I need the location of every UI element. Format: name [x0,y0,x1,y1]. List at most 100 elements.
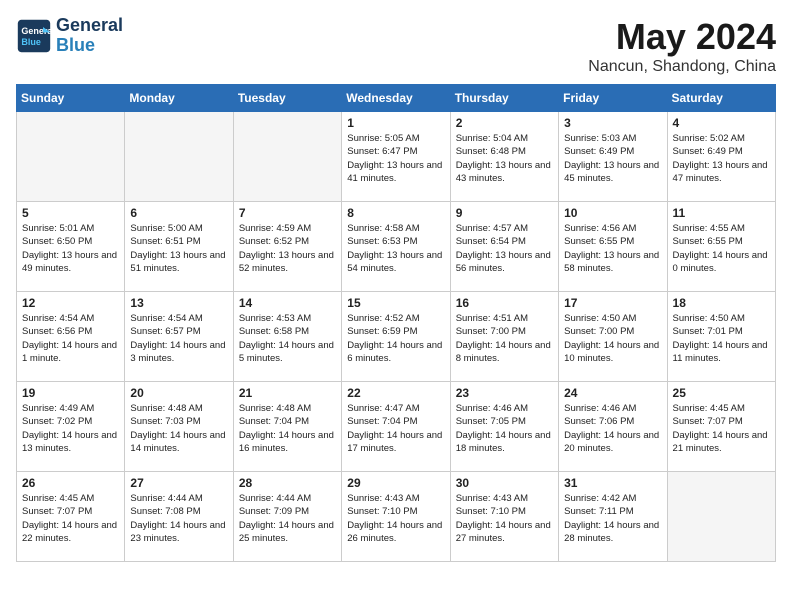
day-info: Sunrise: 4:49 AMSunset: 7:02 PMDaylight:… [22,402,119,455]
day-number: 8 [347,206,444,220]
calendar-day-cell: 24 Sunrise: 4:46 AMSunset: 7:06 PMDayligh… [559,382,667,472]
page-header: General Blue General Blue May 2024 Nancu… [16,16,776,76]
calendar-day-cell: 25 Sunrise: 4:45 AMSunset: 7:07 PMDayligh… [667,382,775,472]
day-info: Sunrise: 4:44 AMSunset: 7:08 PMDaylight:… [130,492,227,545]
calendar-day-cell: 2 Sunrise: 5:04 AMSunset: 6:48 PMDaylight… [450,112,558,202]
day-info: Sunrise: 4:45 AMSunset: 7:07 PMDaylight:… [22,492,119,545]
day-info: Sunrise: 5:05 AMSunset: 6:47 PMDaylight:… [347,132,444,185]
calendar-day-cell: 29Sunrise: 4:43 AMSunset: 7:10 PMDayligh… [342,472,450,562]
day-number: 6 [130,206,227,220]
calendar-day-cell: 19 Sunrise: 4:49 AMSunset: 7:02 PMDayligh… [17,382,125,472]
calendar-week-row: 26 Sunrise: 4:45 AMSunset: 7:07 PMDayligh… [17,472,776,562]
calendar-week-row: 12 Sunrise: 4:54 AMSunset: 6:56 PMDayligh… [17,292,776,382]
weekday-header-thursday: Thursday [450,85,558,112]
day-info: Sunrise: 5:03 AMSunset: 6:49 PMDaylight:… [564,132,661,185]
day-info: Sunrise: 4:54 AMSunset: 6:56 PMDaylight:… [22,312,119,365]
day-number: 26 [22,476,119,490]
calendar-day-cell [125,112,233,202]
day-number: 31 [564,476,661,490]
calendar-day-cell: 9Sunrise: 4:57 AMSunset: 6:54 PMDaylight… [450,202,558,292]
calendar-day-cell: 8 Sunrise: 4:58 AMSunset: 6:53 PMDaylight… [342,202,450,292]
day-number: 24 [564,386,661,400]
day-info: Sunrise: 4:46 AMSunset: 7:05 PMDaylight:… [456,402,553,455]
day-number: 11 [673,206,770,220]
day-number: 5 [22,206,119,220]
calendar-day-cell: 13 Sunrise: 4:54 AMSunset: 6:57 PMDayligh… [125,292,233,382]
day-info: Sunrise: 4:50 AMSunset: 7:01 PMDaylight:… [673,312,770,365]
day-info: Sunrise: 4:54 AMSunset: 6:57 PMDaylight:… [130,312,227,365]
logo-general: General [56,16,123,36]
logo-blue: Blue [56,36,123,56]
weekday-header-row: SundayMondayTuesdayWednesdayThursdayFrid… [17,85,776,112]
day-number: 2 [456,116,553,130]
day-number: 21 [239,386,336,400]
day-info: Sunrise: 4:50 AMSunset: 7:00 PMDaylight:… [564,312,661,365]
day-number: 25 [673,386,770,400]
calendar-day-cell: 5 Sunrise: 5:01 AMSunset: 6:50 PMDaylight… [17,202,125,292]
day-info: Sunrise: 4:48 AMSunset: 7:04 PMDaylight:… [239,402,336,455]
calendar-day-cell: 27 Sunrise: 4:44 AMSunset: 7:08 PMDayligh… [125,472,233,562]
calendar-day-cell: 10Sunrise: 4:56 AMSunset: 6:55 PMDayligh… [559,202,667,292]
day-info: Sunrise: 4:51 AMSunset: 7:00 PMDaylight:… [456,312,553,365]
day-info: Sunrise: 5:02 AMSunset: 6:49 PMDaylight:… [673,132,770,185]
day-number: 22 [347,386,444,400]
day-number: 1 [347,116,444,130]
day-number: 17 [564,296,661,310]
day-number: 10 [564,206,661,220]
calendar-day-cell: 17 Sunrise: 4:50 AMSunset: 7:00 PMDayligh… [559,292,667,382]
calendar-day-cell: 23 Sunrise: 4:46 AMSunset: 7:05 PMDayligh… [450,382,558,472]
calendar-day-cell: 6 Sunrise: 5:00 AMSunset: 6:51 PMDaylight… [125,202,233,292]
calendar-day-cell [667,472,775,562]
calendar-day-cell [17,112,125,202]
calendar-day-cell: 22Sunrise: 4:47 AMSunset: 7:04 PMDayligh… [342,382,450,472]
day-info: Sunrise: 4:46 AMSunset: 7:06 PMDaylight:… [564,402,661,455]
day-number: 23 [456,386,553,400]
calendar-day-cell: 14Sunrise: 4:53 AMSunset: 6:58 PMDayligh… [233,292,341,382]
calendar-day-cell: 18 Sunrise: 4:50 AMSunset: 7:01 PMDayligh… [667,292,775,382]
day-number: 7 [239,206,336,220]
logo: General Blue General Blue [16,16,123,56]
calendar-day-cell: 26 Sunrise: 4:45 AMSunset: 7:07 PMDayligh… [17,472,125,562]
day-info: Sunrise: 4:52 AMSunset: 6:59 PMDaylight:… [347,312,444,365]
day-number: 15 [347,296,444,310]
calendar-day-cell: 31 Sunrise: 4:42 AMSunset: 7:11 PMDayligh… [559,472,667,562]
day-info: Sunrise: 5:00 AMSunset: 6:51 PMDaylight:… [130,222,227,275]
calendar-day-cell [233,112,341,202]
day-number: 12 [22,296,119,310]
day-number: 9 [456,206,553,220]
day-info: Sunrise: 4:43 AMSunset: 7:10 PMDaylight:… [347,492,444,545]
day-info: Sunrise: 4:42 AMSunset: 7:11 PMDaylight:… [564,492,661,545]
day-number: 4 [673,116,770,130]
weekday-header-sunday: Sunday [17,85,125,112]
day-number: 18 [673,296,770,310]
calendar-day-cell: 28 Sunrise: 4:44 AMSunset: 7:09 PMDayligh… [233,472,341,562]
calendar-day-cell: 1 Sunrise: 5:05 AMSunset: 6:47 PMDaylight… [342,112,450,202]
day-number: 30 [456,476,553,490]
day-info: Sunrise: 4:45 AMSunset: 7:07 PMDaylight:… [673,402,770,455]
day-info: Sunrise: 4:53 AMSunset: 6:58 PMDaylight:… [239,312,336,365]
day-number: 27 [130,476,227,490]
calendar-day-cell: 21 Sunrise: 4:48 AMSunset: 7:04 PMDayligh… [233,382,341,472]
day-number: 3 [564,116,661,130]
day-number: 19 [22,386,119,400]
calendar-week-row: 5 Sunrise: 5:01 AMSunset: 6:50 PMDaylight… [17,202,776,292]
day-info: Sunrise: 4:55 AMSunset: 6:55 PMDaylight:… [673,222,770,275]
day-info: Sunrise: 5:04 AMSunset: 6:48 PMDaylight:… [456,132,553,185]
calendar-day-cell: 11 Sunrise: 4:55 AMSunset: 6:55 PMDayligh… [667,202,775,292]
day-info: Sunrise: 4:59 AMSunset: 6:52 PMDaylight:… [239,222,336,275]
calendar-day-cell: 4 Sunrise: 5:02 AMSunset: 6:49 PMDaylight… [667,112,775,202]
day-info: Sunrise: 5:01 AMSunset: 6:50 PMDaylight:… [22,222,119,275]
day-number: 16 [456,296,553,310]
svg-text:Blue: Blue [21,37,41,47]
day-info: Sunrise: 4:48 AMSunset: 7:03 PMDaylight:… [130,402,227,455]
day-number: 13 [130,296,227,310]
day-info: Sunrise: 4:58 AMSunset: 6:53 PMDaylight:… [347,222,444,275]
calendar-table: SundayMondayTuesdayWednesdayThursdayFrid… [16,84,776,562]
logo-icon: General Blue [16,18,52,54]
day-number: 28 [239,476,336,490]
day-info: Sunrise: 4:43 AMSunset: 7:10 PMDaylight:… [456,492,553,545]
calendar-day-cell: 20Sunrise: 4:48 AMSunset: 7:03 PMDayligh… [125,382,233,472]
day-info: Sunrise: 4:44 AMSunset: 7:09 PMDaylight:… [239,492,336,545]
weekday-header-wednesday: Wednesday [342,85,450,112]
calendar-day-cell: 3 Sunrise: 5:03 AMSunset: 6:49 PMDaylight… [559,112,667,202]
